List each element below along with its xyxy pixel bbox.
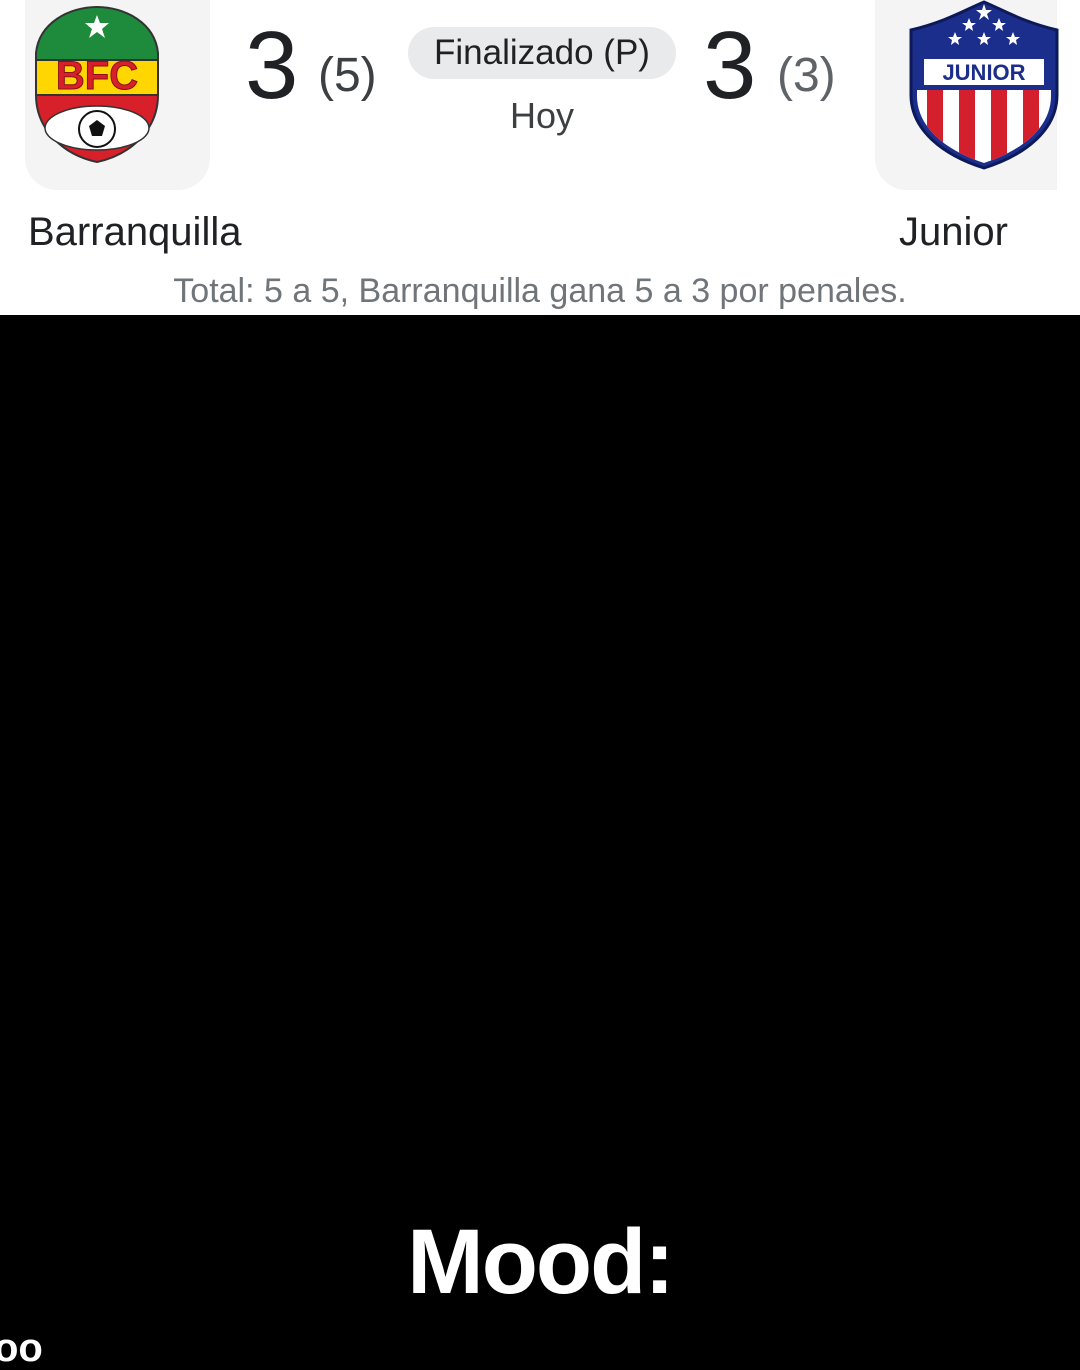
home-penalty-score: (5) (318, 49, 377, 102)
junior-crest-text: JUNIOR (942, 60, 1025, 85)
away-score: 3 (703, 12, 757, 119)
match-scorecard[interactable]: BFC JUNIOR 3 (5) Finalizado (P) Hoy 3 (3… (0, 0, 1080, 315)
match-summary: Total: 5 a 5, Barranquilla gana 5 a 3 po… (173, 272, 907, 310)
corner-text-fragment: oo (0, 1326, 43, 1370)
away-penalty-score: (3) (777, 49, 836, 102)
home-score: 3 (245, 12, 299, 119)
home-team-name[interactable]: Barranquilla (28, 210, 241, 255)
match-status-badge: Finalizado (P) (408, 27, 676, 79)
away-team-name[interactable]: Junior (899, 210, 1008, 255)
mood-caption: Mood: (407, 1211, 675, 1313)
junior-crest-icon: JUNIOR (909, 0, 1059, 170)
match-status-label: Finalizado (P) (434, 33, 650, 72)
barranquilla-fc-crest-icon: BFC (34, 5, 160, 164)
match-date: Hoy (509, 95, 575, 136)
bfc-crest-text: BFC (56, 54, 138, 98)
